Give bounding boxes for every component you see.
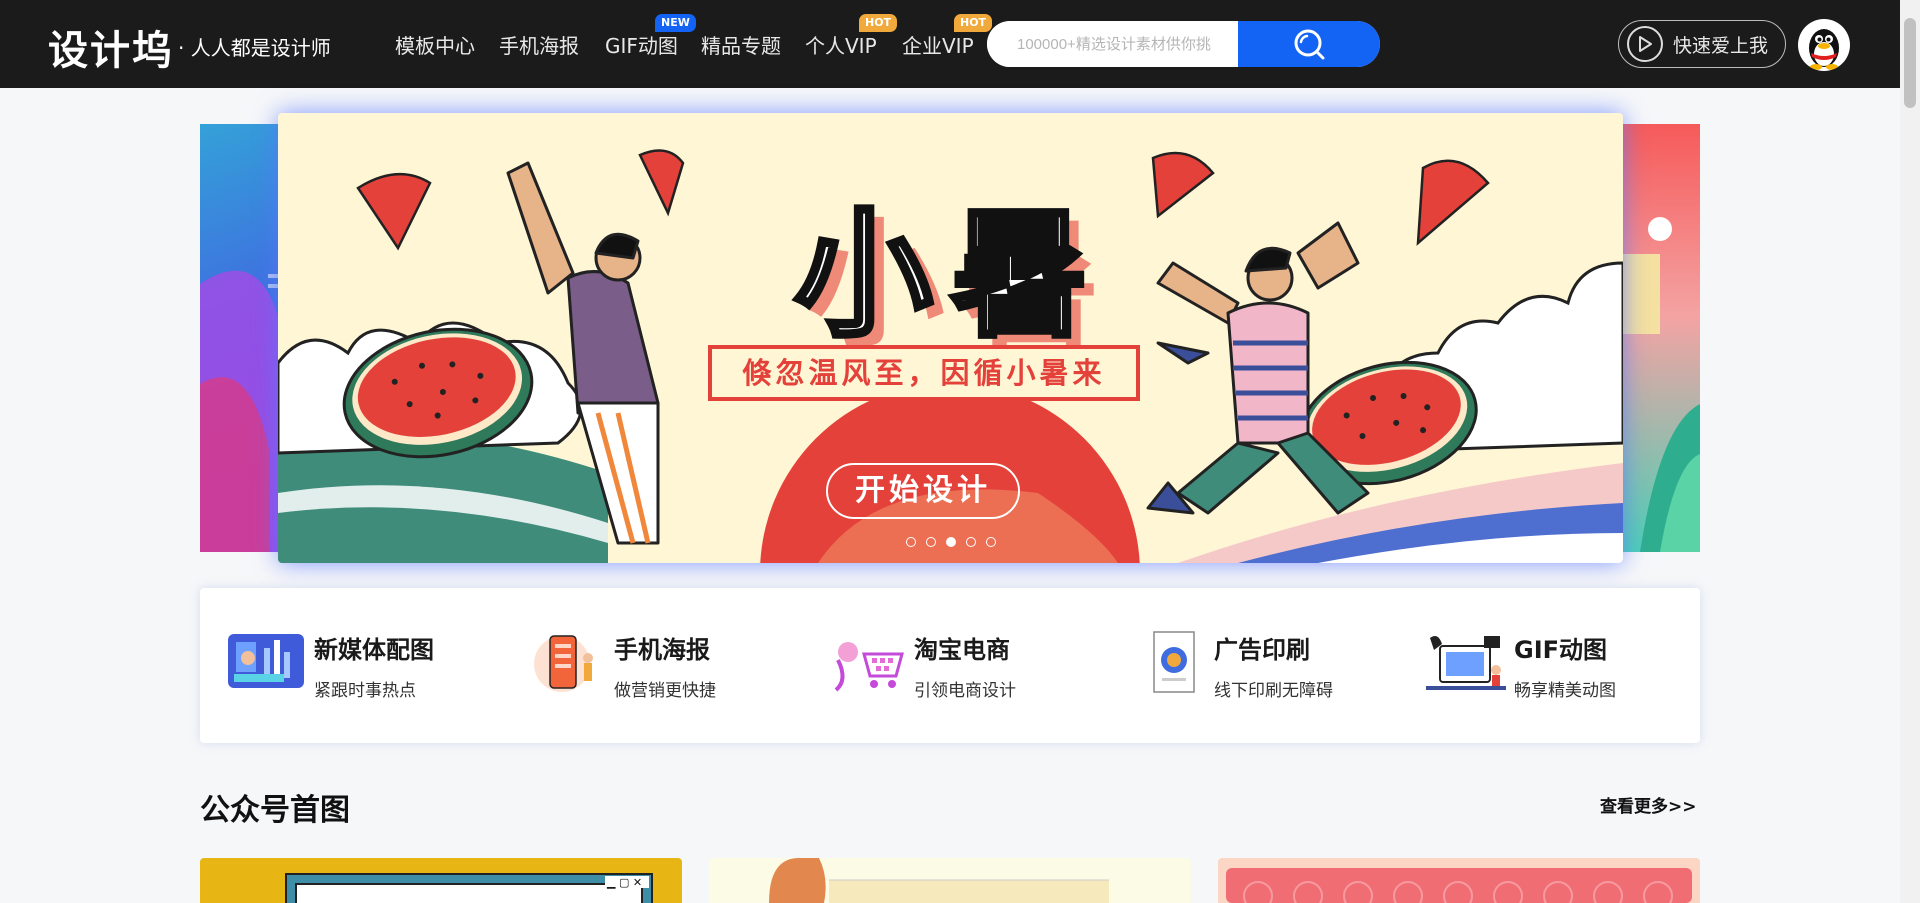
hero-banner[interactable]: 小暑 倏忽温风至，因循小暑来 开始设计 bbox=[278, 113, 1623, 563]
penguin-avatar-icon bbox=[1809, 29, 1839, 70]
nav-item-gif[interactable]: GIF动图 NEW bbox=[605, 14, 696, 59]
search-icon bbox=[1294, 29, 1325, 60]
svg-text:▁ ▢ ✕: ▁ ▢ ✕ bbox=[606, 876, 642, 889]
hot-badge: HOT bbox=[859, 14, 898, 32]
scrollbar-thumb[interactable] bbox=[1904, 18, 1916, 108]
nav-item-label: GIF动图 bbox=[605, 34, 678, 58]
window-illustration-icon: ▁ ▢ ✕ bbox=[285, 873, 653, 903]
template-thumbnail[interactable] bbox=[709, 858, 1191, 903]
banner-title: 小暑 bbox=[792, 193, 1107, 359]
nav-item-label: 个人VIP bbox=[805, 34, 877, 58]
banner-subtitle: 倏忽温风至，因循小暑来 bbox=[708, 345, 1140, 401]
view-more-link[interactable]: 查看更多>> bbox=[1600, 792, 1697, 817]
nav-item-label: 手机海报 bbox=[499, 34, 579, 58]
carousel-dots bbox=[906, 537, 996, 547]
category-desc: 引领电商设计 bbox=[914, 681, 1016, 701]
search-button[interactable] bbox=[1238, 21, 1380, 67]
carousel-dot[interactable] bbox=[906, 537, 916, 547]
page-scrollbar[interactable] bbox=[1900, 0, 1920, 903]
nav-item-templates[interactable]: 模板中心 bbox=[395, 30, 475, 59]
ad-print-poster-icon bbox=[1153, 631, 1195, 693]
play-icon bbox=[1627, 26, 1663, 62]
category-strip: 新媒体配图 紧跟时事热点 手机海报 做营销更快捷 淘宝电商 引领电商设计 广告印… bbox=[200, 588, 1700, 743]
section-title: 公众号首图 bbox=[200, 793, 350, 828]
user-avatar[interactable] bbox=[1798, 19, 1850, 71]
nav-item-personal-vip[interactable]: 个人VIP HOT bbox=[805, 14, 898, 59]
start-design-button[interactable]: 开始设计 bbox=[826, 463, 1020, 519]
category-desc: 畅享精美动图 bbox=[1514, 681, 1616, 701]
quick-love-button[interactable]: 快速爱上我 bbox=[1618, 20, 1786, 68]
category-desc: 紧跟时事热点 bbox=[314, 681, 416, 701]
category-desc: 线下印刷无障碍 bbox=[1214, 681, 1333, 701]
search-input[interactable] bbox=[987, 21, 1238, 67]
carousel-dot[interactable] bbox=[986, 537, 996, 547]
nav-item-label: 模板中心 bbox=[395, 34, 475, 58]
carousel-dot[interactable] bbox=[926, 537, 936, 547]
category-title: 广告印刷 bbox=[1214, 636, 1310, 664]
category-title: 淘宝电商 bbox=[914, 636, 1010, 664]
nav-item-topics[interactable]: 精品专题 bbox=[701, 30, 781, 59]
category-title: GIF动图 bbox=[1514, 636, 1608, 664]
prev-slide-preview[interactable] bbox=[200, 124, 280, 552]
carousel-dot[interactable] bbox=[966, 537, 976, 547]
template-thumbnail[interactable]: ▁ ▢ ✕ bbox=[200, 858, 682, 903]
category-ad-print[interactable]: 广告印刷 线下印刷无障碍 bbox=[1100, 630, 1360, 706]
nav-item-mobile-posters[interactable]: 手机海报 bbox=[499, 30, 579, 59]
mobile-poster-illustration-icon bbox=[534, 635, 593, 692]
category-gif[interactable]: GIF动图 畅享精美动图 bbox=[1400, 630, 1660, 706]
ecommerce-cart-icon bbox=[834, 642, 904, 692]
nav-item-label: 精品专题 bbox=[701, 34, 781, 58]
category-desc: 做营销更快捷 bbox=[614, 681, 716, 701]
new-media-illustration-icon bbox=[228, 634, 304, 688]
new-badge: NEW bbox=[655, 14, 696, 32]
site-slogan: · 人人都是设计师 bbox=[178, 36, 331, 60]
carousel-dot-active[interactable] bbox=[946, 537, 956, 547]
food-illustration-icon bbox=[769, 858, 1109, 903]
template-thumbnail[interactable] bbox=[1218, 858, 1700, 903]
pattern-illustration-icon bbox=[1226, 868, 1692, 903]
search-box bbox=[987, 21, 1380, 67]
category-mobile-poster[interactable]: 手机海报 做营销更快捷 bbox=[500, 630, 760, 706]
quick-love-label: 快速爱上我 bbox=[1673, 34, 1769, 57]
category-new-media[interactable]: 新媒体配图 紧跟时事热点 bbox=[200, 630, 460, 706]
nav-item-label: 企业VIP bbox=[902, 34, 974, 58]
category-title: 手机海报 bbox=[614, 636, 710, 664]
top-navbar: 设计坞 · 人人都是设计师 模板中心 手机海报 GIF动图 NEW 精品专题 个… bbox=[0, 0, 1900, 88]
site-logo[interactable]: 设计坞 bbox=[48, 18, 174, 76]
category-title: 新媒体配图 bbox=[314, 636, 434, 664]
gif-animation-illustration-icon bbox=[1426, 636, 1506, 690]
nav-item-enterprise-vip[interactable]: 企业VIP HOT bbox=[902, 14, 993, 59]
category-taobao-ecommerce[interactable]: 淘宝电商 引领电商设计 bbox=[800, 630, 1060, 706]
next-slide-preview[interactable] bbox=[1620, 124, 1700, 552]
